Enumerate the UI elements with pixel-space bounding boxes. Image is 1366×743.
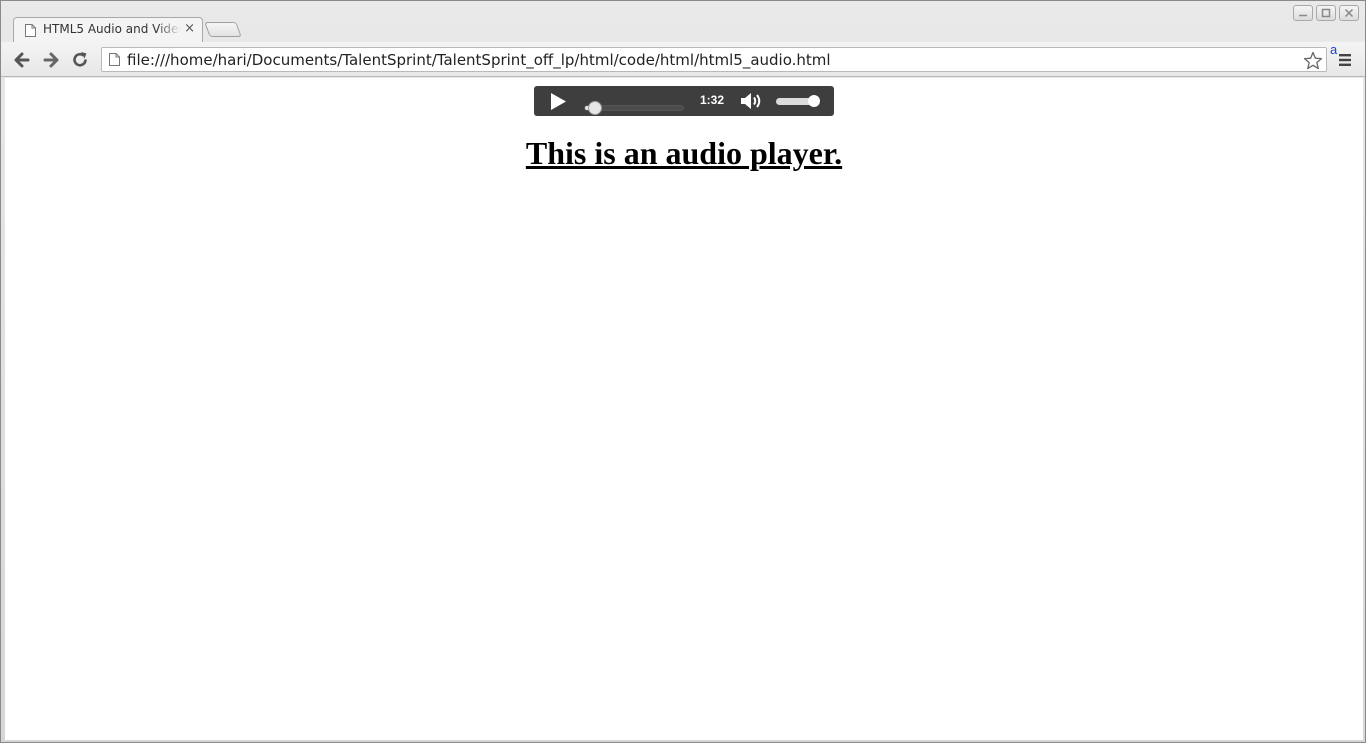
extension-icon[interactable]: a [1330, 42, 1337, 57]
page-heading: This is an audio player. [525, 135, 843, 171]
maximize-icon [1321, 8, 1331, 18]
tab-close-icon[interactable]: × [184, 21, 195, 36]
volume-icon[interactable] [740, 92, 764, 110]
new-tab-button[interactable] [204, 22, 242, 37]
volume-slider[interactable] [776, 95, 820, 107]
bookmark-star-icon[interactable] [1303, 51, 1323, 71]
minimize-button[interactable] [1293, 5, 1313, 21]
tab-title: HTML5 Audio and Video [43, 22, 181, 36]
address-bar[interactable]: file:///home/hari/Documents/TalentSprint… [101, 47, 1327, 72]
minimize-icon [1299, 14, 1307, 17]
menu-icon[interactable] [1338, 53, 1352, 67]
browser-window: HTML5 Audio and Video × file:///home/har… [0, 0, 1366, 743]
browser-tab[interactable]: HTML5 Audio and Video × [13, 17, 203, 42]
browser-toolbar: file:///home/hari/Documents/TalentSprint… [1, 42, 1365, 77]
volume-handle[interactable] [807, 95, 820, 107]
page-viewport: 1:32 This is an audio player. [5, 78, 1363, 740]
page-icon [109, 53, 120, 66]
close-icon [1344, 8, 1354, 18]
url-text[interactable]: file:///home/hari/Documents/TalentSprint… [127, 51, 831, 69]
window-controls [1293, 5, 1359, 21]
seek-handle[interactable] [587, 101, 602, 115]
close-window-button[interactable] [1339, 5, 1359, 21]
play-icon[interactable] [550, 93, 566, 110]
time-display: 1:32 [700, 93, 725, 107]
forward-icon[interactable] [41, 50, 61, 70]
back-icon[interactable] [12, 50, 32, 70]
document-icon [25, 24, 36, 37]
maximize-button[interactable] [1316, 5, 1336, 21]
audio-player[interactable]: 1:32 [534, 86, 834, 116]
title-bar: HTML5 Audio and Video × [1, 1, 1365, 42]
reload-icon[interactable] [70, 50, 90, 70]
seek-bar[interactable] [584, 101, 684, 115]
